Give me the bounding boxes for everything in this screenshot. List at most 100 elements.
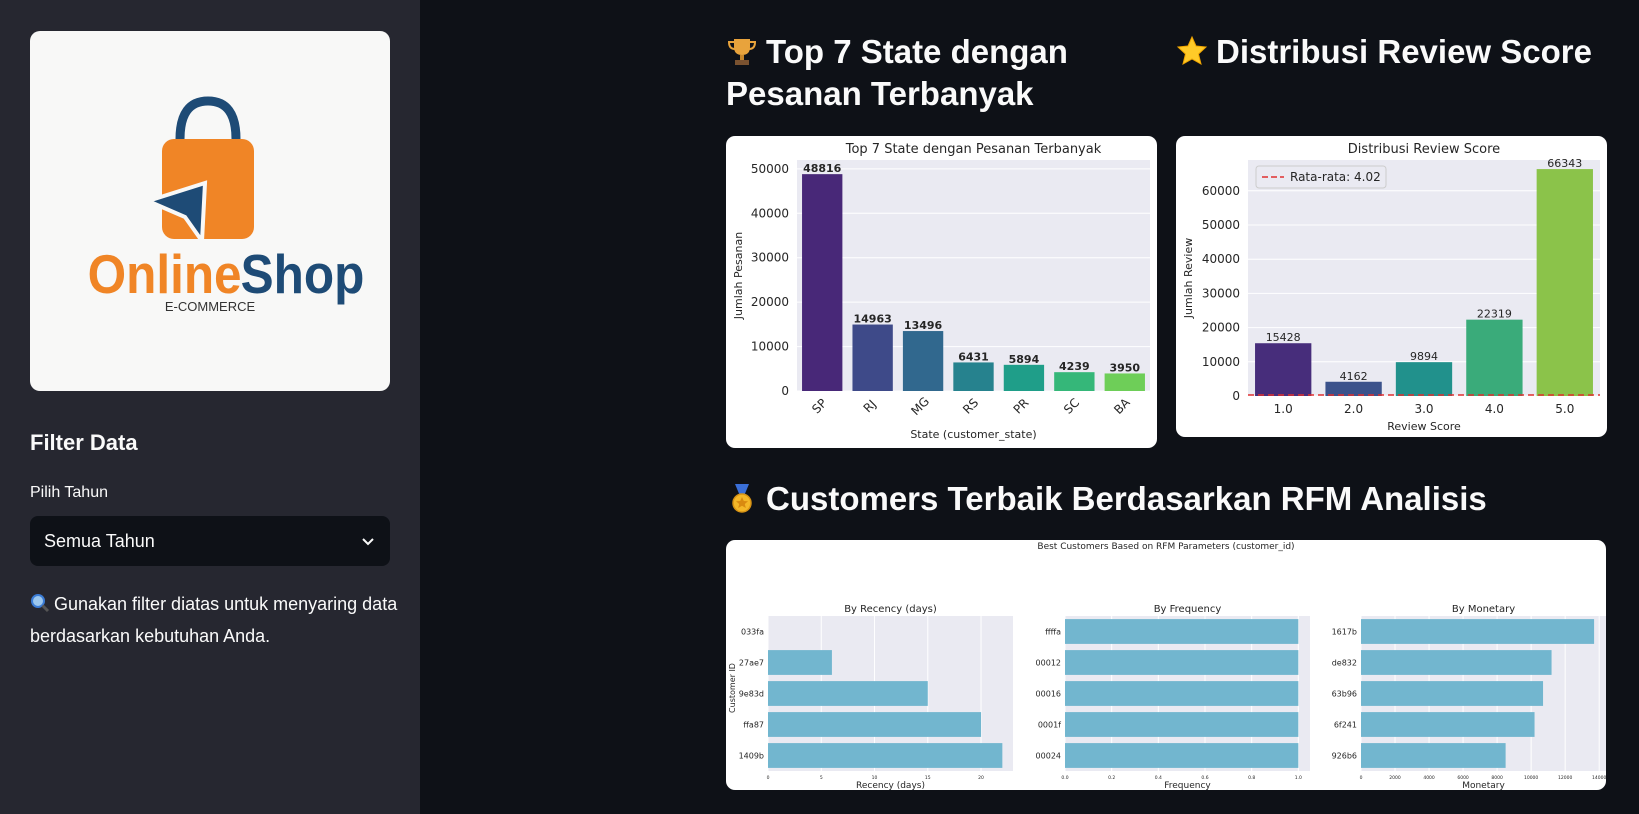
y-tick-label: 40000: [1202, 252, 1240, 266]
rfm-chart: Best Customers Based on RFM Parameters (…: [728, 542, 1606, 790]
bar: [1361, 712, 1535, 737]
legend: Rata-rata: 4.02: [1255, 165, 1387, 189]
bar: [1003, 364, 1045, 391]
rfm-subplot: By Monetary0 2000 4000 6000 8000 10000 12000 14…: [1332, 604, 1606, 790]
bar-value-label: 4162: [1340, 370, 1368, 383]
y-tick-label: 1409b: [739, 752, 764, 761]
x-tick-label: 0.8: [1248, 775, 1255, 781]
x-tick-label: 0.0: [1061, 775, 1068, 781]
rfm-chart-card: Best Customers Based on RFM Parameters (…: [726, 540, 1606, 790]
y-tick-label: 60000: [1202, 184, 1240, 198]
y-tick-label: 27ae7: [739, 659, 764, 668]
review-heading: Distribusi Review Score: [1176, 31, 1596, 73]
x-axis-label: Review Score: [1387, 420, 1461, 433]
x-tick-label: MG: [908, 394, 932, 418]
x-tick-label: RJ: [861, 397, 879, 415]
star-icon: [1176, 35, 1208, 65]
chart-title: Top 7 State dengan Pesanan Terbanyak: [845, 142, 1102, 157]
bar-value-label: 66343: [1547, 157, 1582, 170]
bar-value-label: 15428: [1266, 331, 1301, 344]
y-tick-label: ffa87: [743, 721, 764, 730]
x-axis-label: Monetary: [1462, 781, 1505, 790]
y-tick-label: 50000: [1202, 218, 1240, 232]
top-states-heading: Top 7 State dengan Pesanan Terbanyak: [726, 31, 1146, 115]
y-tick-label: ffffa: [1045, 628, 1061, 637]
x-tick-label: 10000: [1524, 775, 1538, 781]
bar-value-label: 5894: [1009, 353, 1040, 366]
x-tick-label: 5.0: [1555, 402, 1574, 416]
x-tick-label: 15: [925, 775, 931, 781]
x-tick-label: 20: [978, 775, 984, 781]
logo-word-online: Online: [88, 245, 242, 306]
x-tick-label: 12000: [1558, 775, 1572, 781]
subplot-title: By Recency (days): [844, 604, 937, 615]
x-tick-label: 4.0: [1485, 402, 1504, 416]
subplot-title: By Monetary: [1452, 604, 1515, 615]
y-tick-label: de832: [1332, 659, 1357, 668]
y-axis-label: Jumlah Pesanan: [732, 232, 745, 320]
x-axis-label: State (customer_state): [910, 428, 1036, 441]
x-tick-label: 4000: [1423, 775, 1435, 781]
y-tick-label: 00024: [1036, 752, 1061, 761]
x-tick-label: 14000: [1592, 775, 1606, 781]
y-tick-label: 1617b: [1332, 628, 1357, 637]
chart-title: Best Customers Based on RFM Parameters (…: [1037, 542, 1294, 552]
top-states-chart-card: 0 10000 20000 30000 40000 50000 48816 SP 14963 RJ…: [726, 136, 1157, 448]
review-heading-text: Distribusi Review Score: [1216, 33, 1592, 70]
y-axis-label: Customer ID: [728, 663, 737, 713]
bar: [1361, 681, 1544, 706]
y-tick-label: 0: [781, 384, 789, 398]
bar: [953, 362, 994, 391]
x-tick-label: 0.4: [1155, 775, 1162, 781]
bar: [1065, 712, 1299, 737]
y-tick-label: 40000: [751, 206, 789, 220]
bar: [768, 743, 1003, 768]
x-tick-label: BA: [1111, 395, 1133, 417]
bar-value-label: 22319: [1477, 308, 1512, 321]
y-tick-label: 20000: [1202, 321, 1240, 335]
bar: [852, 324, 893, 391]
bar: [1395, 362, 1453, 396]
review-chart-card: 0 10000 20000 30000 40000 50000 60000 15428 1.0 4…: [1176, 136, 1607, 437]
x-tick-label: 5: [820, 775, 823, 781]
bar-value-label: 13496: [904, 319, 943, 332]
bar: [1065, 743, 1299, 768]
bar: [768, 650, 832, 675]
bar: [1536, 169, 1593, 396]
bar: [902, 331, 944, 391]
subplot-title: By Frequency: [1154, 604, 1222, 615]
x-tick-label: 3.0: [1414, 402, 1433, 416]
bar: [768, 681, 928, 706]
review-score-chart: 0 10000 20000 30000 40000 50000 60000 15428 1.0 4…: [1182, 142, 1600, 433]
logo-tagline: E-COMMERCE: [165, 299, 256, 314]
y-tick-label: 0: [1232, 389, 1240, 403]
bar: [1104, 373, 1145, 391]
x-tick-label: PR: [1011, 396, 1032, 417]
year-select[interactable]: Semua Tahun: [30, 516, 390, 566]
bar: [802, 174, 843, 391]
bar: [768, 712, 982, 737]
y-tick-label: 10000: [1202, 355, 1240, 369]
bar: [1255, 343, 1312, 396]
bar-value-label: 9894: [1410, 350, 1438, 363]
bar: [1065, 619, 1299, 644]
shopping-bag-icon: [162, 96, 254, 239]
bar: [1361, 619, 1595, 644]
x-tick-label: 2.0: [1344, 402, 1363, 416]
x-tick-label: 1.0: [1295, 775, 1302, 781]
chevron-down-icon: [362, 538, 374, 546]
bar: [1361, 743, 1506, 768]
bar-value-label: 14963: [854, 313, 892, 326]
filter-hint: Gunakan filter diatas untuk menyaring da…: [30, 588, 400, 652]
bar-value-label: 48816: [803, 162, 842, 175]
y-tick-label: 20000: [751, 295, 789, 309]
x-tick-label: SP: [809, 396, 829, 416]
y-tick-label: 63b96: [1332, 690, 1357, 699]
x-axis-label: Frequency: [1164, 781, 1211, 790]
y-tick-label: 00016: [1036, 690, 1061, 699]
trophy-icon: [727, 39, 757, 65]
y-tick-label: 033fa: [741, 628, 764, 637]
top-states-heading-text: Top 7 State dengan Pesanan Terbanyak: [726, 33, 1068, 112]
x-tick-label: 2000: [1389, 775, 1401, 781]
y-tick-label: 30000: [1202, 286, 1240, 300]
